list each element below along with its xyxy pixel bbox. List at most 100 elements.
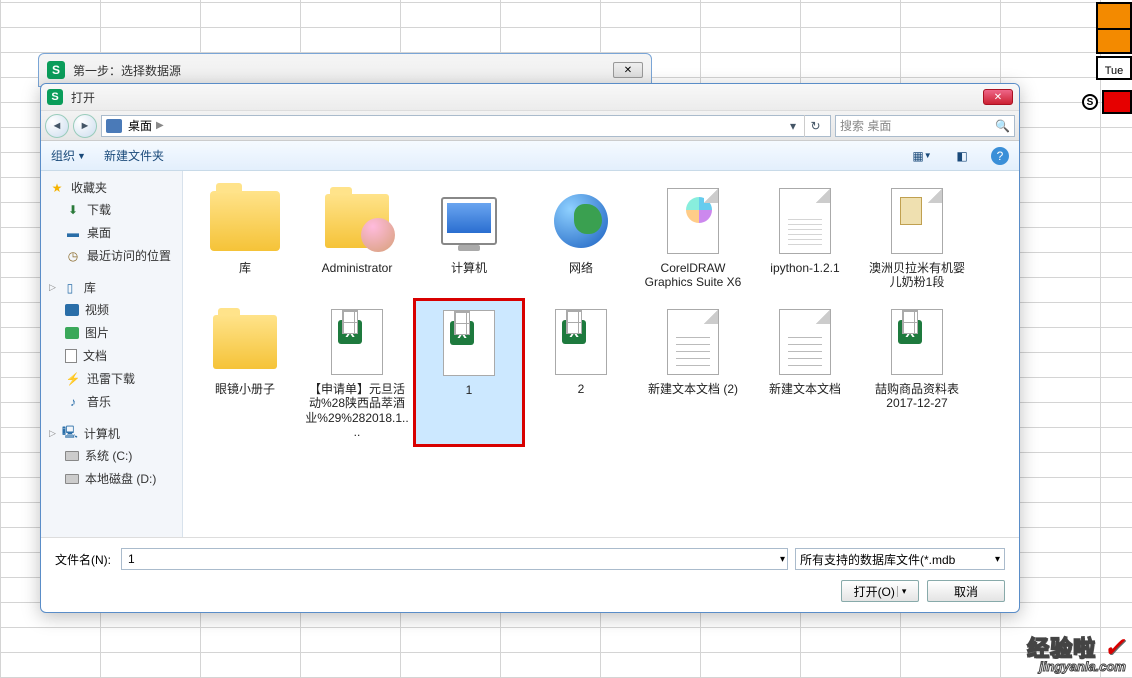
file-thumbnail: [769, 306, 841, 378]
file-thumbnail: [545, 185, 617, 257]
file-thumbnail: X: [545, 306, 617, 378]
organize-menu[interactable]: 组织▼: [51, 147, 86, 164]
search-input[interactable]: 搜索 桌面 🔍: [835, 115, 1015, 137]
desktop-icon: ▬: [65, 226, 81, 240]
parent-close-button[interactable]: ✕: [613, 62, 643, 78]
forward-button[interactable]: ►: [73, 114, 97, 138]
decor-block: [1096, 2, 1132, 54]
star-icon: ★: [49, 181, 65, 195]
filename-label: 文件名(N):: [55, 551, 111, 568]
sidebar-libraries-header[interactable]: ▷▯库: [41, 277, 182, 298]
file-type-filter[interactable]: 所有支持的数据库文件(*.mdb▾: [795, 548, 1005, 570]
file-name: 2: [578, 382, 585, 396]
preview-pane-button[interactable]: ◧: [951, 147, 973, 165]
file-item[interactable]: X2: [527, 300, 635, 446]
file-item[interactable]: 计算机: [415, 179, 523, 296]
file-name: 喆购商品资料表2017-12-27: [865, 382, 969, 411]
breadcrumb[interactable]: 桌面 ▶ ▾ ↻: [101, 115, 831, 137]
cancel-button[interactable]: 取消: [927, 580, 1005, 602]
library-icon: ▯: [62, 281, 78, 295]
file-item[interactable]: CorelDRAW Graphics Suite X6: [639, 179, 747, 296]
file-item[interactable]: 新建文本文档 (2): [639, 300, 747, 446]
file-thumbnail: [881, 185, 953, 257]
sidebar-favorites-header[interactable]: ★收藏夹: [41, 177, 182, 198]
sidebar-item-music[interactable]: ♪音乐: [41, 390, 182, 413]
sidebar-item-pictures[interactable]: 图片: [41, 321, 182, 344]
file-name: 计算机: [451, 261, 487, 275]
decor-tue: Tue: [1096, 56, 1132, 80]
file-item[interactable]: 新建文本文档: [751, 300, 859, 446]
help-button[interactable]: ?: [991, 147, 1009, 165]
file-thumbnail: X: [881, 306, 953, 378]
sidebar-item-documents[interactable]: 文档: [41, 344, 182, 367]
breadcrumb-location: 桌面: [128, 117, 152, 134]
sidebar-item-drive-c[interactable]: 系统 (C:): [41, 444, 182, 467]
search-icon: 🔍: [995, 119, 1010, 133]
download-icon: ⬇: [65, 203, 81, 217]
file-name: CorelDRAW Graphics Suite X6: [641, 261, 745, 290]
watermark: 经验啦 ✓ jingyanla.com: [1027, 631, 1126, 674]
file-name: 新建文本文档: [769, 382, 841, 396]
file-item[interactable]: Administrator: [303, 179, 411, 296]
file-item[interactable]: X 喆购商品资料表2017-12-27: [863, 300, 971, 446]
file-list[interactable]: 库 Administrator 计算机 网络CorelDRAW Graphics Su…: [183, 171, 1019, 537]
sidebar-item-recent[interactable]: ◷最近访问的位置: [41, 244, 182, 267]
file-item[interactable]: X【申请单】元旦活动%28陕西品萃酒业%29%282018.1....: [303, 300, 411, 446]
file-thumbnail: X: [321, 306, 393, 378]
file-thumbnail: [433, 185, 505, 257]
filename-input[interactable]: [121, 548, 788, 570]
file-thumbnail: [209, 185, 281, 257]
parent-dialog-title: 第一步：选择数据源: [73, 62, 613, 79]
file-name: 1: [466, 383, 473, 397]
open-button[interactable]: 打开(O)▾: [841, 580, 919, 602]
close-button[interactable]: ✕: [983, 89, 1013, 105]
sidebar-item-thunder[interactable]: ⚡迅雷下载: [41, 367, 182, 390]
back-button[interactable]: ◄: [45, 114, 69, 138]
breadcrumb-dropdown[interactable]: ▾: [782, 115, 804, 137]
picture-icon: [65, 327, 79, 339]
screen-edge-decor: Tue S: [1094, 0, 1132, 116]
drive-icon: [65, 451, 79, 461]
decor-s-badge: S: [1082, 94, 1098, 110]
sidebar: ★收藏夹 ⬇下载 ▬桌面 ◷最近访问的位置 ▷▯库 视频 图片 文档 ⚡迅雷下载…: [41, 171, 183, 537]
file-thumbnail: [209, 306, 281, 378]
filename-dropdown-icon[interactable]: ▾: [780, 554, 785, 565]
refresh-button[interactable]: ↻: [804, 115, 826, 137]
file-name: 眼镜小册子: [215, 382, 275, 396]
file-name: 新建文本文档 (2): [648, 382, 738, 396]
view-mode-button[interactable]: ▦▼: [911, 147, 933, 165]
file-item[interactable]: 库: [191, 179, 299, 296]
file-name: 库: [239, 261, 251, 275]
desktop-icon: [106, 119, 122, 133]
recent-icon: ◷: [65, 249, 81, 263]
file-name: 【申请单】元旦活动%28陕西品萃酒业%29%282018.1....: [305, 382, 409, 440]
file-item[interactable]: X1: [415, 300, 523, 446]
thunder-icon: ⚡: [65, 372, 81, 386]
document-icon: [65, 349, 77, 363]
open-dialog: S 打开 ✕ ◄ ► 桌面 ▶ ▾ ↻ 搜索 桌面 🔍 组织▼ 新建文件夹 ▦▼…: [40, 83, 1020, 613]
expand-icon: ▷: [49, 282, 56, 293]
sidebar-computer-header[interactable]: ▷🖳计算机: [41, 423, 182, 444]
file-thumbnail: [657, 185, 729, 257]
sidebar-item-desktop[interactable]: ▬桌面: [41, 221, 182, 244]
video-icon: [65, 304, 79, 316]
file-thumbnail: X: [433, 307, 505, 379]
file-item[interactable]: 眼镜小册子: [191, 300, 299, 446]
app-icon: S: [47, 89, 63, 105]
dialog-title: 打开: [71, 89, 983, 106]
file-thumbnail: [657, 306, 729, 378]
expand-icon: ▷: [49, 428, 56, 439]
sidebar-item-drive-d[interactable]: 本地磁盘 (D:): [41, 467, 182, 490]
breadcrumb-sep: ▶: [156, 120, 164, 131]
sidebar-item-downloads[interactable]: ⬇下载: [41, 198, 182, 221]
file-thumbnail: [321, 185, 393, 257]
file-item[interactable]: ipython-1.2.1: [751, 179, 859, 296]
music-icon: ♪: [65, 395, 81, 409]
sidebar-item-videos[interactable]: 视频: [41, 298, 182, 321]
file-item[interactable]: 澳洲贝拉米有机婴儿奶粉1段: [863, 179, 971, 296]
checkmark-icon: ✓: [1103, 632, 1126, 662]
file-item[interactable]: 网络: [527, 179, 635, 296]
computer-icon: 🖳: [62, 427, 78, 441]
new-folder-button[interactable]: 新建文件夹: [104, 147, 164, 164]
toolbar: 组织▼ 新建文件夹 ▦▼ ◧ ?: [41, 141, 1019, 171]
